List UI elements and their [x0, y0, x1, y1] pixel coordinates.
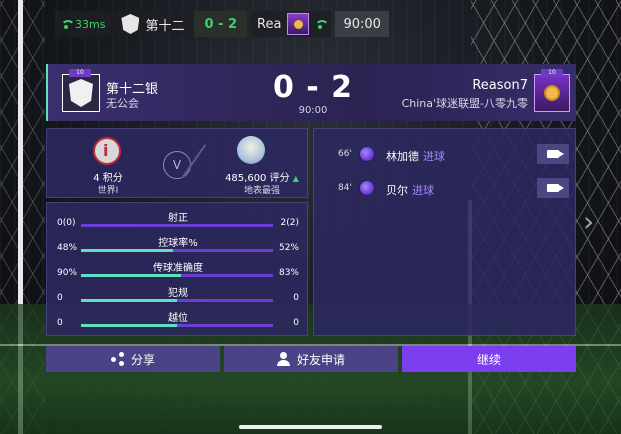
- stat-row: 犯规 0 0: [47, 284, 309, 306]
- home-indicator[interactable]: [239, 425, 382, 429]
- away-guild: China'球迷联盟-八零九零: [401, 97, 528, 110]
- stat-label: 射正: [168, 213, 188, 224]
- mini-time: 90:00: [335, 11, 389, 37]
- ping-value: 33ms: [75, 17, 106, 31]
- share-label: 分享: [130, 352, 155, 367]
- stat-label: 越位: [168, 313, 188, 324]
- stat-away-value: 83%: [278, 268, 299, 278]
- home-crest-icon: [121, 14, 140, 34]
- stat-label: 犯规: [168, 288, 188, 299]
- stat-row: 控球率% 48% 52%: [47, 234, 309, 256]
- goal-event: 66' 林加德 进球: [314, 144, 577, 166]
- event-text: 林加德 进球: [386, 148, 445, 164]
- home-rank-icon: [93, 137, 121, 165]
- away-rating-label: 地表最强: [243, 186, 280, 196]
- stat-bar: [81, 324, 273, 327]
- home-rank: 世界I: [97, 186, 119, 196]
- versus-icon: V: [163, 151, 191, 179]
- stat-away-value: 2(2): [280, 218, 299, 228]
- share-button[interactable]: 分享: [46, 346, 220, 372]
- stat-bar: [81, 299, 273, 302]
- ping-indicator: 33ms: [55, 11, 112, 37]
- stat-home-value: 48%: [57, 243, 78, 253]
- chevron-right-icon: ›: [583, 205, 595, 238]
- continue-label: 继续: [476, 352, 501, 367]
- final-score: 0 - 2: [272, 70, 354, 105]
- home-level-badge: 10: [69, 69, 91, 77]
- stat-bar: [81, 249, 273, 252]
- replay-button[interactable]: [537, 178, 569, 198]
- stat-home-value: 90%: [57, 268, 78, 278]
- stat-row: 射正 0(0) 2(2): [47, 209, 309, 231]
- video-camera-icon: [547, 184, 564, 192]
- event-player: 林加德: [386, 150, 419, 163]
- stat-bar-home: [81, 299, 177, 302]
- away-level-badge: 10: [541, 69, 563, 77]
- event-type: 进球: [412, 184, 434, 197]
- replay-button[interactable]: [537, 144, 569, 164]
- goal-event: 84' 贝尔 进球: [314, 178, 577, 200]
- stat-row: 越位 0 0: [47, 309, 309, 331]
- home-guild: 无公会: [106, 97, 139, 110]
- continue-button[interactable]: 继续: [402, 346, 576, 372]
- event-text: 贝尔 进球: [386, 182, 434, 198]
- away-team-name: Reason7: [472, 78, 528, 93]
- match-header: 10 第十二银 无公会 0 - 2 90:00 Reason7 China'球迷…: [46, 64, 576, 121]
- away-rating: 485,600 评分 ▲: [207, 169, 317, 184]
- wifi-icon: [61, 20, 75, 29]
- away-crest: 10: [534, 69, 570, 112]
- match-status-bar: 33ms 第十二 0 - 2 Rea 90:00: [55, 11, 389, 37]
- stat-home-value: 0(0): [57, 218, 76, 228]
- home-crest: 10: [62, 69, 100, 112]
- stat-bar: [81, 274, 273, 277]
- share-icon: [110, 352, 125, 366]
- friend-request-label: 好友申请: [296, 352, 345, 367]
- match-time: 90:00: [298, 105, 328, 116]
- trophy-icon: [544, 85, 560, 101]
- event-player: 贝尔: [386, 184, 408, 197]
- arrow-up-icon: ▲: [292, 174, 299, 183]
- stat-away-value: 52%: [278, 243, 299, 253]
- mini-score: 0 - 2: [194, 11, 248, 37]
- away-avatar: [237, 136, 265, 164]
- friend-request-button[interactable]: 好友申请: [224, 346, 398, 372]
- away-team-short: Rea: [257, 16, 282, 32]
- home-points: 4 积分: [93, 173, 123, 184]
- stat-away-value: 0: [293, 318, 299, 328]
- stat-row: 传球准确度 90% 83%: [47, 259, 309, 281]
- add-user-icon: [276, 352, 291, 366]
- stat-bar-home: [81, 249, 174, 252]
- stat-home-value: 0: [57, 293, 63, 303]
- stat-away-value: 0: [293, 293, 299, 303]
- stat-bar: [81, 224, 273, 227]
- stat-bar-home: [81, 324, 177, 327]
- event-type: 进球: [423, 150, 445, 163]
- football-icon: [359, 180, 375, 196]
- shield-icon: [69, 79, 93, 107]
- team-comparison-card: 4 积分 世界I V 485,600 评分 ▲ 地表最强: [46, 128, 308, 198]
- stat-label: 传球准确度: [153, 263, 203, 274]
- stat-home-value: 0: [57, 318, 63, 328]
- home-team-short: 第十二: [145, 18, 185, 34]
- away-crest-icon: [287, 13, 310, 35]
- match-stats-card: 射正 0(0) 2(2) 控球率% 48% 52% 传球准确度 90% 83% 犯规 0 0 越位 0 0: [46, 202, 308, 336]
- home-team-mini: 第十二: [115, 11, 191, 37]
- video-camera-icon: [547, 150, 564, 158]
- football-icon: [359, 146, 375, 162]
- stat-label: 控球率%: [158, 238, 198, 249]
- stat-bar-home: [81, 274, 181, 277]
- event-minute: 84': [338, 183, 352, 193]
- away-team-mini: Rea: [251, 11, 332, 37]
- event-minute: 66': [338, 149, 352, 159]
- match-events-card: 66' 林加德 进球 84' 贝尔 进球: [313, 128, 576, 336]
- wifi-icon: [315, 20, 330, 29]
